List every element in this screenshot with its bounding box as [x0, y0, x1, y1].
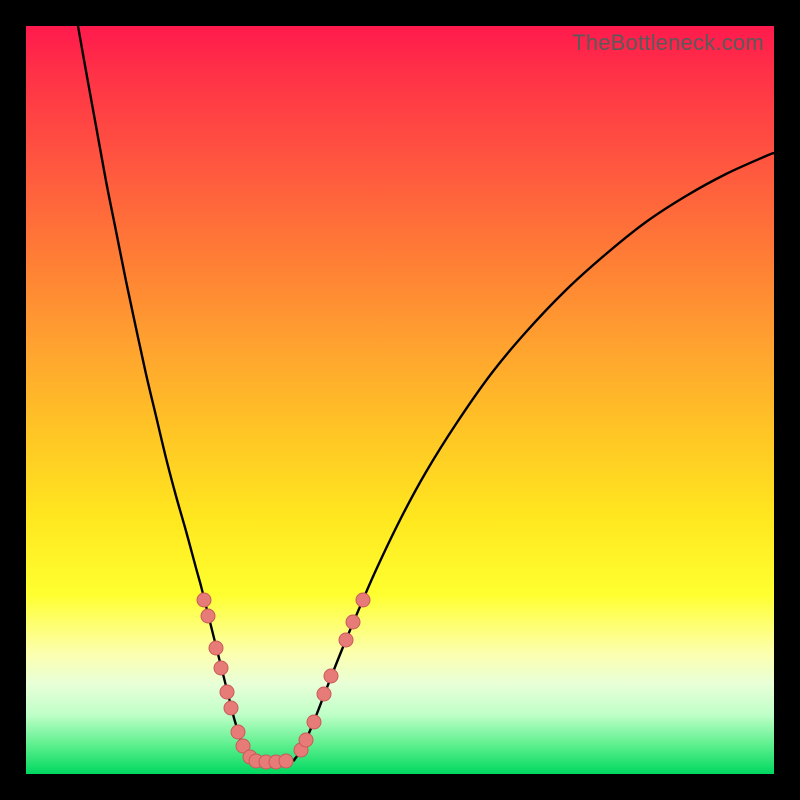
data-point [307, 715, 321, 729]
data-point [356, 593, 370, 607]
data-point [299, 733, 313, 747]
data-point [339, 633, 353, 647]
data-point [201, 609, 215, 623]
data-point [324, 669, 338, 683]
watermark-text: TheBottleneck.com [572, 30, 764, 56]
data-point [197, 593, 211, 607]
bottleneck-curve [78, 26, 774, 762]
data-point [279, 754, 293, 768]
data-point [317, 687, 331, 701]
data-point [224, 701, 238, 715]
data-point [209, 641, 223, 655]
data-point [220, 685, 234, 699]
data-point [346, 615, 360, 629]
data-point [231, 725, 245, 739]
curve-svg [26, 26, 774, 774]
data-markers [197, 593, 370, 769]
plot-area: TheBottleneck.com [26, 26, 774, 774]
data-point [214, 661, 228, 675]
